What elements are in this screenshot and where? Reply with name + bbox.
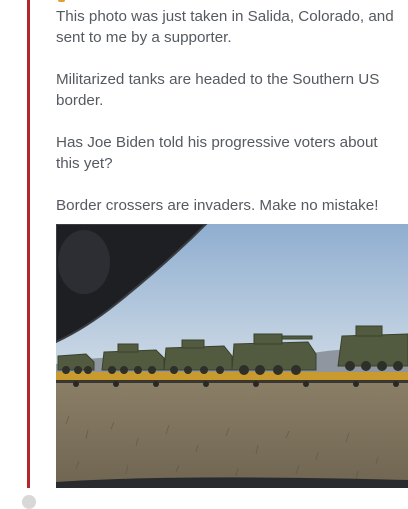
author-avatar-edge	[58, 0, 65, 2]
post-body: This photo was just taken in Salida, Col…	[56, 6, 401, 237]
military-train-image	[56, 224, 408, 488]
post-paragraph-4: Border crossers are invaders. Make no mi…	[56, 197, 379, 214]
post-photo[interactable]	[56, 224, 408, 488]
post-paragraph-3: Has Joe Biden told his progressive voter…	[56, 134, 378, 172]
quote-bar	[27, 0, 30, 488]
post-paragraph-2: Militarized tanks are headed to the Sout…	[56, 71, 380, 109]
next-post-avatar[interactable]	[22, 495, 36, 509]
post-paragraph-1: This photo was just taken in Salida, Col…	[56, 8, 394, 46]
